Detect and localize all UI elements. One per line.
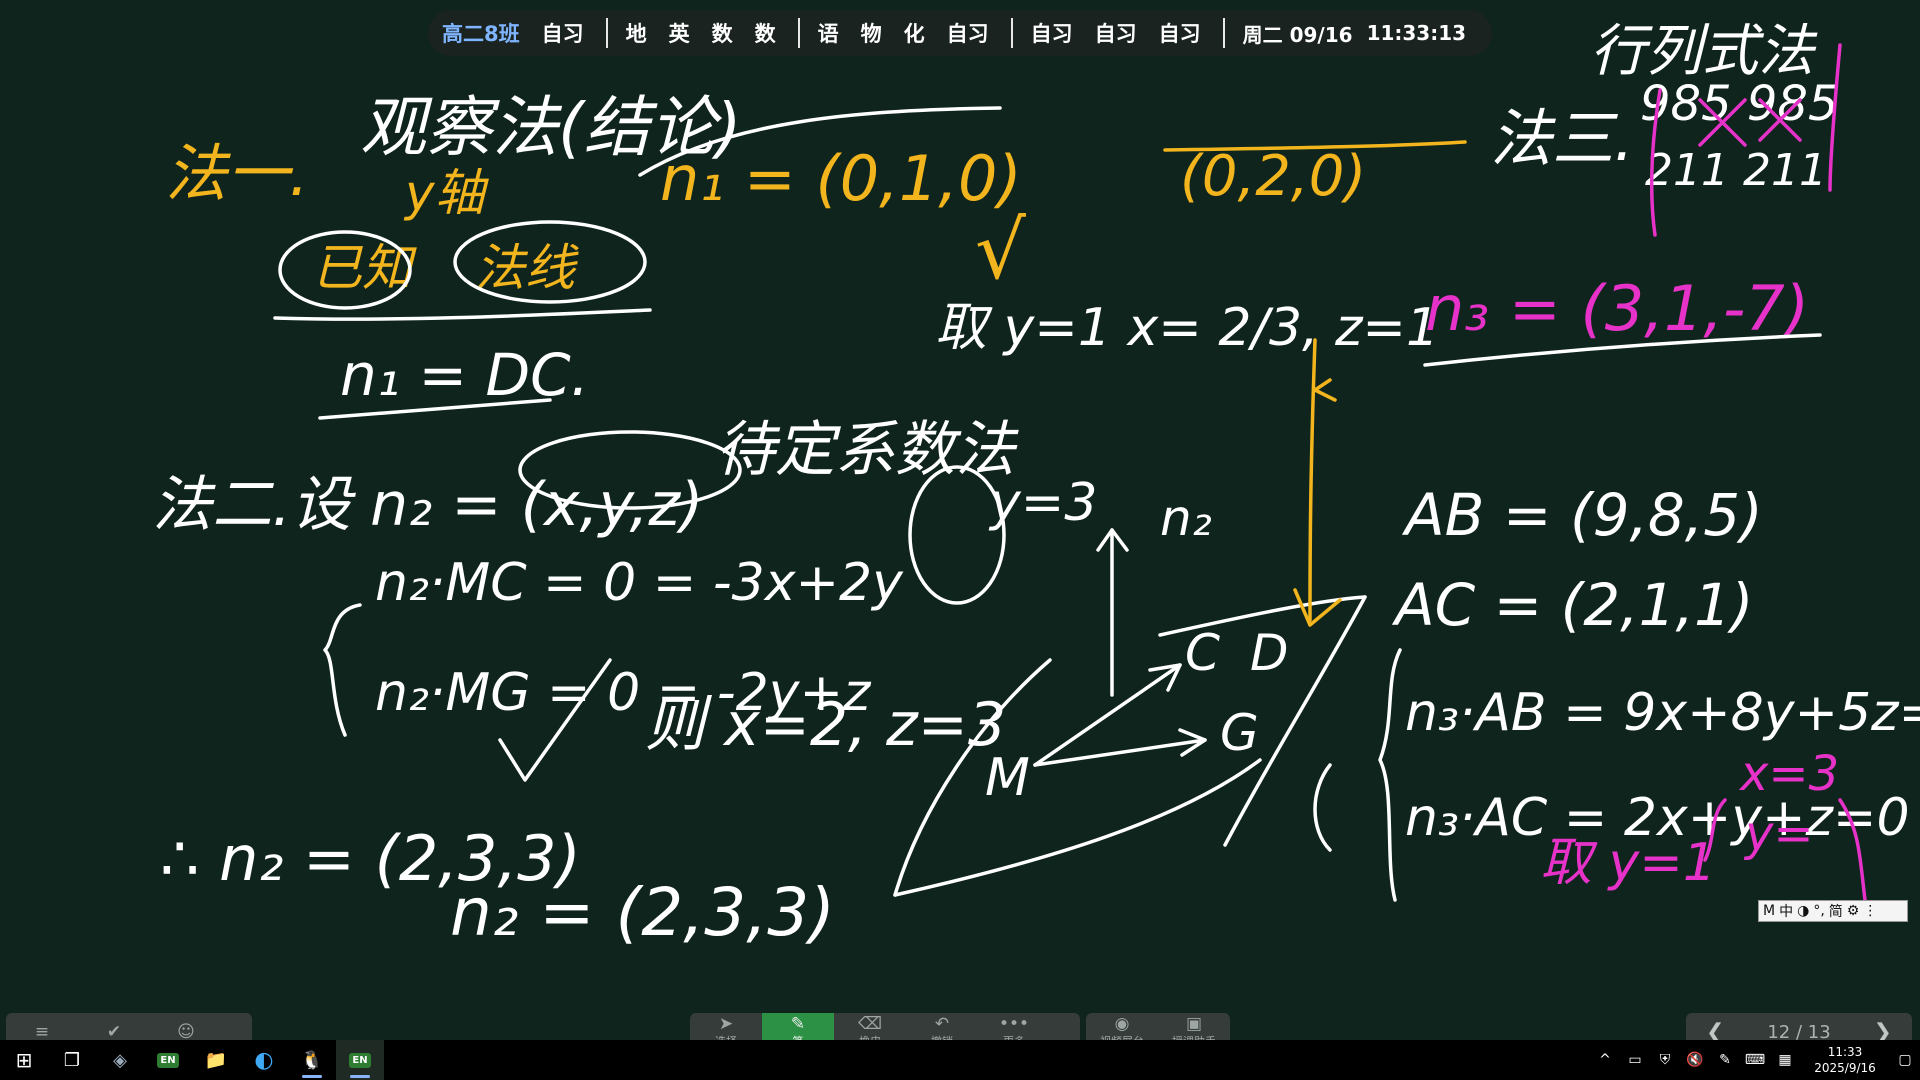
network-icon[interactable]: ▭ <box>1620 1052 1650 1068</box>
display-icon[interactable]: ▦ <box>1770 1052 1800 1068</box>
clock-date: 2025/9/16 <box>1814 1061 1876 1075</box>
note-y-axis: y轴 <box>403 164 490 222</box>
ime-moon-icon[interactable]: ◑ <box>1797 903 1809 919</box>
note-x-3: x=3 <box>1738 746 1839 802</box>
task-view-button[interactable]: ❐ <box>48 1040 96 1080</box>
arrow-down <box>1308 338 1317 622</box>
arrow-down-head <box>1293 588 1342 627</box>
note-method-three: 法三. <box>1490 102 1634 175</box>
app-icon[interactable]: ◈ <box>96 1040 144 1080</box>
label-d: D <box>1250 624 1289 682</box>
vector-mg <box>1033 738 1207 767</box>
clock-time: 11:33 <box>1827 1045 1863 1059</box>
pen-input-icon[interactable]: ✎ <box>1710 1052 1740 1068</box>
circle-y <box>908 465 1006 605</box>
eraser-icon: ⌫ <box>857 1014 883 1034</box>
camera-icon: ◉ <box>1114 1014 1130 1034</box>
label-n2: n₂ <box>1160 489 1212 547</box>
chevron-up-icon[interactable]: ^ <box>1590 1052 1620 1068</box>
qq-icon[interactable]: 🐧 <box>288 1040 336 1080</box>
ime-mode-icon[interactable]: M <box>1763 903 1775 919</box>
note-take-y-1: 取 y=1 <box>1540 833 1716 893</box>
note-211: 211 211 <box>1645 145 1827 196</box>
ime-chinese-toggle[interactable]: 中 <box>1779 901 1793 921</box>
note-ac: AC = (2,1,1) <box>1391 571 1753 639</box>
keyboard-icon[interactable]: ⌨ <box>1740 1052 1770 1068</box>
ime-simplified-toggle[interactable]: 简 <box>1829 901 1843 921</box>
note-determinant: 行列式法 <box>1590 19 1818 84</box>
vector-mc <box>1033 663 1182 767</box>
en-app-icon[interactable]: EN <box>144 1040 192 1080</box>
label-c: C <box>1185 624 1220 682</box>
ime-toolbar[interactable]: M 中 ◑ °, 简 ⚙ ⋮ <box>1758 900 1908 922</box>
note-method-one: 法一. <box>165 137 309 210</box>
note-eq-3: n₃·AB = 9x+8y+5z=0 <box>1405 683 1920 743</box>
note-0-2-0: (0,2,0) <box>1180 144 1366 209</box>
brace-left-3 <box>1313 763 1332 852</box>
taskbar: ⊞ ❐ ◈ EN 📁 ◐ 🐧 EN ^ ▭ ⛨ 🔇 ✎ ⌨ ▦ 11:33 20… <box>0 1040 1920 1080</box>
phone-icon: ▣ <box>1185 1014 1203 1034</box>
arrow-down-tail <box>1313 378 1337 402</box>
system-tray: ^ ▭ ⛨ 🔇 ✎ ⌨ ▦ 11:33 2025/9/16 ▢ <box>1590 1040 1920 1080</box>
whiteboard-canvas[interactable]: 法一. y轴 已知 法线 n₁ = (0,1,0) (0,2,0) √ 观察法(… <box>0 0 1920 1080</box>
underline-1 <box>273 308 652 321</box>
undo-icon: ↶ <box>934 1014 950 1034</box>
note-n3: n₃ = (3,1,-7) <box>1425 272 1809 345</box>
note-check: √ <box>975 204 1026 297</box>
label-g: G <box>1220 704 1259 762</box>
note-take-y: 取 y=1 x= 2/3, z=1 <box>935 298 1439 358</box>
note-method-two: 法二.设 n₂ = (x,y,z) <box>152 470 703 540</box>
more-icon: ••• <box>998 1014 1030 1034</box>
ime-punctuation-toggle[interactable]: °, <box>1813 903 1824 919</box>
note-n1-dc: n₁ = DC. <box>340 341 589 409</box>
ime-more-icon[interactable]: ⋮ <box>1863 903 1877 919</box>
note-eq-1: n₂·MC = 0 = -3x+2y <box>375 553 904 613</box>
note-n2-final: n₂ = (2,3,3) <box>450 874 835 951</box>
file-explorer-icon[interactable]: 📁 <box>192 1040 240 1080</box>
yellow-ink-strokes <box>1163 140 1467 627</box>
note-ab: AB = (9,8,5) <box>1401 481 1763 549</box>
pen-icon: ✎ <box>790 1014 806 1034</box>
taskbar-clock[interactable]: 11:33 2025/9/16 <box>1800 1044 1890 1076</box>
volume-muted-icon[interactable]: 🔇 <box>1680 1052 1710 1068</box>
cursor-icon: ➤ <box>718 1014 734 1034</box>
note-then: 则 x=2, z=3 <box>645 690 1006 760</box>
note-y-eq: y= <box>1743 806 1814 862</box>
start-button[interactable]: ⊞ <box>0 1040 48 1080</box>
brace-left-2 <box>1378 648 1402 902</box>
note-normal-line: 法线 <box>475 239 579 297</box>
notification-icon[interactable]: ▢ <box>1890 1052 1920 1068</box>
edge-browser-icon[interactable]: ◐ <box>240 1040 288 1080</box>
en-app-icon-2[interactable]: EN <box>336 1040 384 1080</box>
ime-settings-icon[interactable]: ⚙ <box>1847 903 1860 919</box>
label-m: M <box>985 748 1030 808</box>
security-icon[interactable]: ⛨ <box>1650 1052 1680 1068</box>
note-undetermined: 待定系数法 <box>715 415 1019 485</box>
brace-left-1 <box>323 603 362 737</box>
